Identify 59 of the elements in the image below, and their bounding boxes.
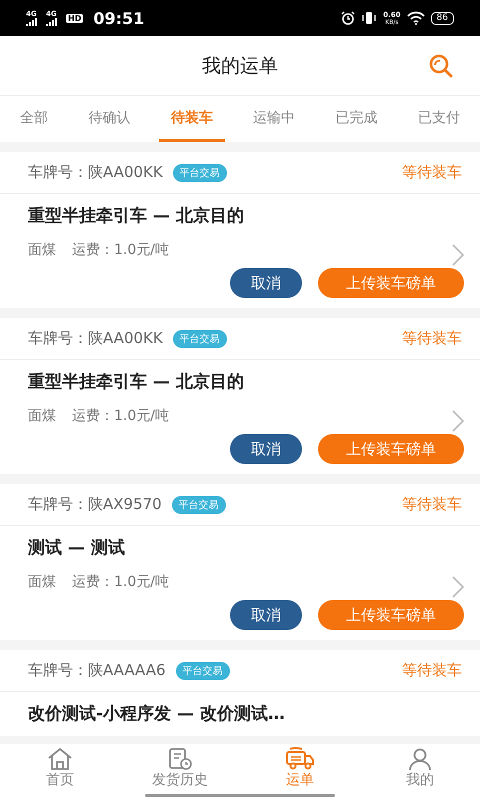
tab[interactable]: 已完成 [324, 96, 390, 142]
chevron-right-icon [452, 576, 464, 598]
route-title: 测试 — 测试 [28, 537, 126, 560]
freight-fee: 运费：1.0元/吨 [72, 241, 169, 259]
order-status: 等待装车 [402, 495, 463, 514]
nav-item[interactable]: 运单 [286, 771, 314, 789]
nav-item[interactable]: 我的 [406, 771, 434, 789]
chevron-right-icon [452, 244, 464, 266]
page-title: 我的运单 [202, 54, 278, 78]
alarm-icon [341, 11, 356, 25]
nav-item[interactable]: 发货历史 [152, 771, 208, 789]
tab[interactable]: 全部 [8, 96, 60, 142]
hd-badge: HD [66, 14, 84, 22]
cargo-name: 面煤 [28, 241, 56, 259]
tab[interactable]: 待装车 [158, 96, 225, 142]
trade-tag: 平台交易 [172, 330, 227, 348]
chevron-right-icon [452, 410, 464, 432]
cancel-button[interactable]: 取消 [230, 268, 302, 298]
signal-icon [26, 18, 40, 26]
clipboard-clock-icon[interactable] [167, 747, 193, 771]
plate-label: 车牌号：陕AX9570 [28, 495, 162, 514]
tab[interactable]: 运输中 [241, 96, 308, 142]
tab[interactable]: 待确认 [76, 96, 142, 142]
tab[interactable]: 已支付 [406, 96, 472, 142]
order-card[interactable]: 车牌号：陕AA00KK 平台交易 等待装车 重型半挂牵引车 — 北京目的 面煤 运费：1.0元/吨 取消 上传装车磅单 [0, 318, 480, 474]
cancel-button[interactable]: 取消 [230, 600, 302, 630]
nav-item[interactable]: 首页 [46, 771, 74, 789]
truck-icon[interactable] [285, 747, 315, 771]
plate-label: 车牌号：陕AA00KK [28, 329, 163, 348]
search-icon[interactable] [428, 53, 454, 79]
home-icon[interactable] [47, 747, 73, 771]
battery-indicator: 86 [430, 12, 454, 24]
wifi-icon [406, 11, 425, 25]
plate-label: 车牌号：陕AAAAA6 [28, 661, 166, 680]
signal-icon [46, 18, 60, 26]
order-status: 等待装车 [402, 661, 463, 680]
trade-tag: 平台交易 [172, 164, 227, 182]
freight-fee: 运费：1.0元/吨 [72, 573, 169, 591]
cargo-name: 面煤 [28, 573, 56, 591]
upload-button[interactable]: 上传装车磅单 [318, 434, 464, 464]
status-time: 09:51 [93, 8, 144, 28]
upload-button[interactable]: 上传装车磅单 [318, 268, 464, 298]
trade-tag: 平台交易 [176, 662, 230, 680]
plate-label: 车牌号：陕AA00KK [28, 163, 163, 182]
freight-fee: 运费：1.0元/吨 [72, 407, 169, 425]
order-card[interactable]: 车牌号：陕AX9570 平台交易 等待装车 测试 — 测试 面煤 运费：1.0元/吨 取消 上传装车磅单 [0, 484, 480, 640]
person-icon[interactable] [407, 747, 433, 771]
cargo-name: 面煤 [28, 407, 56, 425]
route-title: 改价测试-小程序发 — 改价测试… [28, 703, 286, 726]
trade-tag: 平台交易 [172, 496, 226, 514]
order-status: 等待装车 [402, 163, 463, 182]
upload-button[interactable]: 上传装车磅单 [318, 600, 464, 630]
order-card[interactable]: 车牌号：陕AA00KK 平台交易 等待装车 重型半挂牵引车 — 北京目的 面煤 运费：1.0元/吨 取消 上传装车磅单 [0, 152, 480, 308]
route-title: 重型半挂牵引车 — 北京目的 [28, 371, 245, 394]
route-title: 重型半挂牵引车 — 北京目的 [28, 205, 245, 228]
order-card[interactable]: 车牌号：陕AAAAA6 平台交易 等待装车 改价测试-小程序发 — 改价测试… [0, 650, 480, 736]
vibrate-icon [361, 11, 378, 25]
order-status: 等待装车 [402, 329, 463, 348]
cancel-button[interactable]: 取消 [230, 434, 302, 464]
